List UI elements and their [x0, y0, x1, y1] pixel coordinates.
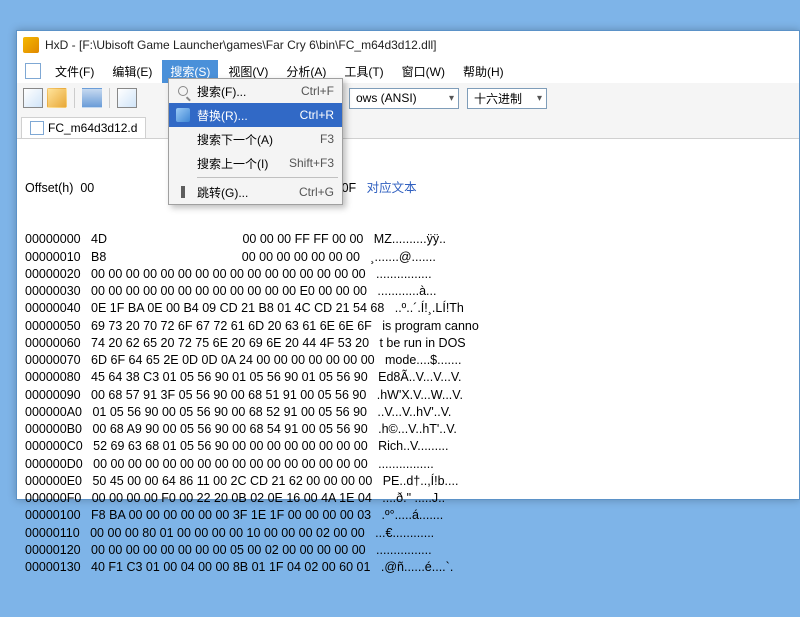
- menu-item-label: 搜索上一个(I): [197, 155, 289, 172]
- menu-item-label: 搜索(F)...: [197, 83, 301, 100]
- hex-row[interactable]: 00000030 00 00 00 00 00 00 00 00 00 00 0…: [25, 283, 791, 300]
- hex-row[interactable]: 00000010 B8 00 00 00 00 00 00 00 ¸......…: [25, 249, 791, 266]
- hex-row[interactable]: 00000120 00 00 00 00 00 00 00 00 05 00 0…: [25, 542, 791, 559]
- menu-item[interactable]: 搜索(F)...Ctrl+F: [169, 79, 342, 103]
- menu-item-shortcut: F3: [320, 132, 334, 146]
- search-icon: [178, 86, 188, 96]
- file-tab-icon: [30, 121, 44, 135]
- ascii-header: 对应文本: [367, 181, 417, 195]
- menu-edit[interactable]: 编辑(E): [104, 60, 160, 83]
- toolbar-separator: [74, 88, 75, 108]
- hex-row[interactable]: 000000A0 01 05 56 90 00 05 56 90 00 68 5…: [25, 404, 791, 421]
- menu-item-shortcut: Ctrl+R: [300, 108, 334, 122]
- menu-item[interactable]: 替换(R)...Ctrl+R: [169, 103, 342, 127]
- hex-row[interactable]: 00000130 40 F1 C3 01 00 04 00 00 8B 01 1…: [25, 559, 791, 576]
- titlebar: HxD - [F:\Ubisoft Game Launcher\games\Fa…: [17, 31, 799, 59]
- hex-row[interactable]: 00000100 F8 BA 00 00 00 00 00 00 3F 1E 1…: [25, 507, 791, 524]
- undo-button[interactable]: [117, 88, 137, 108]
- menu-item-shortcut: Shift+F3: [289, 156, 334, 170]
- menu-file[interactable]: 文件(F): [47, 60, 102, 83]
- menu-window[interactable]: 窗口(W): [394, 60, 453, 83]
- search-menu-dropdown: 搜索(F)...Ctrl+F替换(R)...Ctrl+R搜索下一个(A)F3搜索…: [168, 78, 343, 205]
- hex-row[interactable]: 00000080 45 64 38 C3 01 05 56 90 01 05 5…: [25, 369, 791, 386]
- window-title: HxD - [F:\Ubisoft Game Launcher\games\Fa…: [45, 38, 437, 52]
- menu-item-shortcut: Ctrl+F: [301, 84, 334, 98]
- menu-item-label: 跳转(G)...: [197, 184, 299, 201]
- new-file-button[interactable]: [23, 88, 43, 108]
- toolbar: ows (ANSI) 十六进制: [17, 83, 799, 113]
- app-window: HxD - [F:\Ubisoft Game Launcher\games\Fa…: [16, 30, 800, 500]
- file-tab-label: FC_m64d3d12.d: [48, 121, 137, 135]
- hex-row[interactable]: 00000050 69 73 20 70 72 6F 67 72 61 6D 2…: [25, 318, 791, 335]
- toolbar-separator: [109, 88, 110, 108]
- menu-item[interactable]: 搜索下一个(A)F3: [169, 127, 342, 151]
- hex-row[interactable]: 000000E0 50 45 00 00 64 86 11 00 2C CD 2…: [25, 473, 791, 490]
- hex-row[interactable]: 00000060 74 20 62 65 20 72 75 6E 20 69 6…: [25, 335, 791, 352]
- hex-row[interactable]: 00000110 00 00 00 80 01 00 00 00 00 10 0…: [25, 525, 791, 542]
- save-button[interactable]: [82, 88, 102, 108]
- menu-item-label: 搜索下一个(A): [197, 131, 320, 148]
- hex-row[interactable]: 00000090 00 68 57 91 3F 05 56 90 00 68 5…: [25, 387, 791, 404]
- hex-row[interactable]: 00000020 00 00 00 00 00 00 00 00 00 00 0…: [25, 266, 791, 283]
- menu-item-shortcut: Ctrl+G: [299, 185, 334, 199]
- replace-icon: [176, 108, 190, 122]
- menubar-app-icon: [25, 63, 41, 79]
- hex-row[interactable]: 000000D0 00 00 00 00 00 00 00 00 00 00 0…: [25, 456, 791, 473]
- hex-row[interactable]: 000000F0 00 00 00 00 F0 00 22 20 0B 02 0…: [25, 490, 791, 507]
- hex-row[interactable]: 00000000 4D 00 00 00 FF FF 00 00 MZ.....…: [25, 231, 791, 248]
- app-icon: [23, 37, 39, 53]
- number-base-select[interactable]: 十六进制: [467, 88, 547, 109]
- menu-item[interactable]: 搜索上一个(I)Shift+F3: [169, 151, 342, 175]
- open-file-button[interactable]: [47, 88, 67, 108]
- hex-row[interactable]: 000000C0 52 69 63 68 01 05 56 90 00 00 0…: [25, 438, 791, 455]
- menu-tools[interactable]: 工具(T): [336, 60, 391, 83]
- hex-row[interactable]: 000000B0 00 68 A9 90 00 05 56 90 00 68 5…: [25, 421, 791, 438]
- file-tab[interactable]: FC_m64d3d12.d: [21, 117, 146, 138]
- hex-row[interactable]: 00000040 0E 1F BA 0E 00 B4 09 CD 21 B8 0…: [25, 300, 791, 317]
- encoding-select[interactable]: ows (ANSI): [349, 88, 459, 109]
- menu-help[interactable]: 帮助(H): [455, 60, 512, 83]
- jump-icon: [181, 186, 185, 198]
- menu-item[interactable]: 跳转(G)...Ctrl+G: [169, 180, 342, 204]
- offset-header: Offset(h): [25, 181, 73, 195]
- menubar: 文件(F) 编辑(E) 搜索(S) 视图(V) 分析(A) 工具(T) 窗口(W…: [17, 59, 799, 83]
- hex-row[interactable]: 00000070 6D 6F 64 65 2E 0D 0D 0A 24 00 0…: [25, 352, 791, 369]
- hex-editor[interactable]: Offset(h) 00 09 0A 0B 0C 0D 0E 0F 对应文本 0…: [17, 139, 799, 617]
- file-tab-bar: FC_m64d3d12.d: [17, 113, 799, 139]
- menu-item-label: 替换(R)...: [197, 107, 300, 124]
